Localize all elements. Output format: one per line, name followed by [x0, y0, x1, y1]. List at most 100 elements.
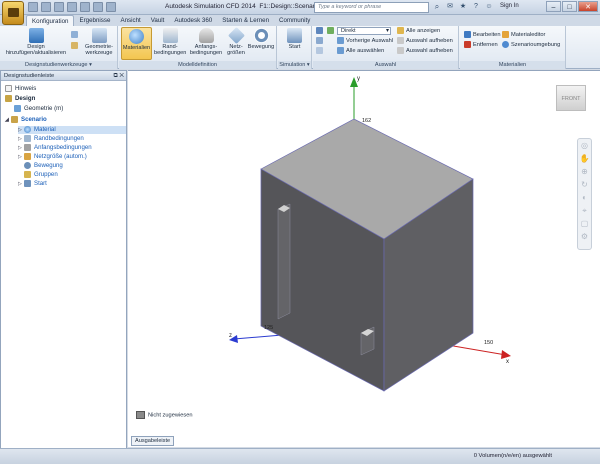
select-all-button[interactable]: Alle auswählen	[337, 47, 384, 56]
maximize-button[interactable]: □	[562, 1, 577, 12]
redo-icon[interactable]	[80, 2, 90, 12]
center-icon[interactable]: ⌖	[578, 204, 591, 217]
select-volume-toggle[interactable]	[316, 27, 325, 36]
quick-access-toolbar	[28, 2, 116, 13]
tree-label-gruppen: Gruppen	[34, 171, 58, 179]
design-small-icon-1[interactable]	[71, 31, 80, 40]
tab-community[interactable]: Community	[274, 15, 315, 26]
minimize-button[interactable]: –	[546, 1, 561, 12]
application-menu-button[interactable]	[2, 1, 24, 25]
volume-select-icon	[316, 27, 323, 34]
select-edge-toggle[interactable]	[316, 47, 325, 56]
add-design-button[interactable]: Design hinzufügen/aktualisieren	[3, 27, 69, 60]
output-bar-tab[interactable]: Ausgabeleiste	[131, 436, 175, 446]
materials-button[interactable]: Materialien	[121, 27, 152, 60]
start-tree-icon	[24, 180, 31, 187]
tree-item-geometry[interactable]: Geometrie (m)	[14, 105, 63, 113]
navigation-bar: ◎ ✋ ⊕ ↻ ◐ ⌖ ▢ ⚙	[577, 138, 592, 250]
select-surface-toggle[interactable]	[316, 37, 325, 46]
boundary-conditions-button[interactable]: Rand- bedingungen	[154, 27, 186, 60]
geometry-tree-icon	[14, 105, 21, 112]
deselect-button-2[interactable]: Auswahl aufheben	[397, 47, 453, 56]
slot-feature	[277, 203, 291, 320]
tree-item-hinweis[interactable]: Hinweis	[5, 85, 36, 93]
search-input[interactable]: Type a keyword or phrase	[314, 2, 429, 13]
edit-material-button[interactable]: Bearbeiten	[464, 31, 501, 40]
model-view[interactable]: y x z 162 125 150	[128, 71, 600, 448]
favorites-icon[interactable]: ★	[458, 2, 468, 12]
simulation-group-label-text: Simulation	[279, 62, 306, 68]
open-icon[interactable]	[41, 2, 51, 12]
print-icon[interactable]	[93, 2, 103, 12]
materials-icon	[129, 29, 144, 44]
show-all-button[interactable]: Alle anzeigen	[397, 27, 440, 36]
start-label: Start	[288, 44, 301, 50]
design-group: Design hinzufügen/aktualisieren Geometri…	[0, 26, 118, 69]
motion-label: Bewegung	[247, 44, 275, 50]
steering-wheel-icon[interactable]: ◎	[578, 139, 591, 152]
motion-button[interactable]: Bewegung	[247, 27, 275, 60]
look-icon[interactable]: ◐	[578, 191, 591, 204]
new-icon[interactable]	[28, 2, 38, 12]
tree-item-design[interactable]: Design	[5, 95, 35, 103]
tab-starten-lernen[interactable]: Starten & Lernen	[217, 15, 274, 26]
communication-icon[interactable]: ✉	[445, 2, 455, 12]
deselect-button-1[interactable]: Auswahl aufheben	[397, 37, 453, 46]
panel-controls[interactable]: ⧉ ✕	[113, 71, 124, 81]
scenario-environment-button[interactable]: Szenarioumgebung	[502, 41, 560, 50]
pan-icon[interactable]: ✋	[578, 152, 591, 165]
undo-icon[interactable]	[67, 2, 77, 12]
model-definition-group: Materialien Rand- bedingungen Anfangs- b…	[119, 26, 277, 69]
fit-icon[interactable]: ▢	[578, 217, 591, 230]
tree-label-hinweis: Hinweis	[15, 85, 37, 93]
settings-icon[interactable]: ⚙	[578, 230, 591, 243]
graphics-viewport[interactable]: y x z 162 125 150 FRONT ◎ ✋ ⊕ ↻ ◐ ⌖ ▢ ⚙ …	[128, 70, 600, 447]
tab-konfiguration[interactable]: Konfiguration	[26, 15, 75, 26]
zoom-icon[interactable]: ⊕	[578, 165, 591, 178]
initial-conditions-button[interactable]: Anfangs- bedingungen	[188, 27, 224, 60]
help-icon[interactable]: ?	[471, 2, 481, 12]
save-icon[interactable]	[54, 2, 64, 12]
search-icon[interactable]: ⌕	[432, 2, 442, 12]
geometry-tools-button[interactable]: Geometrie- werkzeuge	[82, 27, 116, 60]
selection-group: Direkt Vorherige Auswahl Alle auswählen …	[313, 26, 459, 69]
legend-swatch	[136, 411, 145, 419]
mesh-icon	[227, 27, 245, 44]
deselect-label-1: Auswahl aufheben	[406, 38, 453, 44]
previous-selection-button[interactable]: Vorherige Auswahl	[337, 37, 393, 46]
tree-item-material[interactable]: ▷ Material	[18, 126, 126, 134]
initial-tree-icon	[24, 144, 31, 151]
tab-vault[interactable]: Vault	[146, 15, 170, 26]
viewcube[interactable]: FRONT	[556, 85, 586, 111]
tree-item-gruppen[interactable]: Gruppen	[24, 171, 58, 179]
selection-mode-dropdown[interactable]: Direkt	[337, 27, 391, 35]
tree-label-start: Start	[34, 180, 47, 188]
initial-conditions-icon	[198, 28, 214, 43]
material-editor-button[interactable]: Materialeditor	[502, 31, 545, 40]
tree-item-randbedingungen[interactable]: ▷ Randbedingungen	[18, 135, 84, 143]
customize-icon[interactable]	[106, 2, 116, 12]
dimension-top: 162	[362, 118, 371, 124]
anf-label-2: bedingungen	[189, 50, 223, 56]
tree-item-anfangsbedingungen[interactable]: ▷ Anfangsbedingungen	[18, 144, 92, 152]
tree-item-start[interactable]: ▷ Start	[18, 180, 47, 188]
start-simulation-button[interactable]: Start	[279, 27, 310, 60]
close-button[interactable]: ✕	[578, 1, 598, 12]
design-small-icon-2[interactable]	[71, 42, 80, 51]
remove-material-button[interactable]: Entfernen	[464, 41, 498, 50]
mesh-sizes-button[interactable]: Netz- größen	[226, 27, 246, 60]
show-all-label: Alle anzeigen	[406, 28, 441, 34]
select-all-label: Alle auswählen	[346, 48, 385, 54]
tree-item-netzgroesse[interactable]: ▷ Netzgröße (autom.)	[18, 153, 87, 161]
start-icon	[287, 28, 302, 43]
tab-autodesk-360[interactable]: Autodesk 360	[169, 15, 217, 26]
status-text: 0 Volumen(n/e/en) ausgewählt	[473, 453, 552, 459]
user-icon[interactable]: ☺	[484, 2, 494, 12]
orbit-icon[interactable]: ↻	[578, 178, 591, 191]
sign-in-link[interactable]: Sign In	[500, 3, 519, 9]
tab-ansicht[interactable]: Ansicht	[115, 15, 145, 26]
tree-item-scenario[interactable]: ◢ Scenario	[5, 116, 47, 124]
tree-item-bewegung[interactable]: Bewegung	[24, 162, 63, 170]
select-all-icon	[337, 47, 344, 54]
tab-ergebnisse[interactable]: Ergebnisse	[74, 15, 115, 26]
